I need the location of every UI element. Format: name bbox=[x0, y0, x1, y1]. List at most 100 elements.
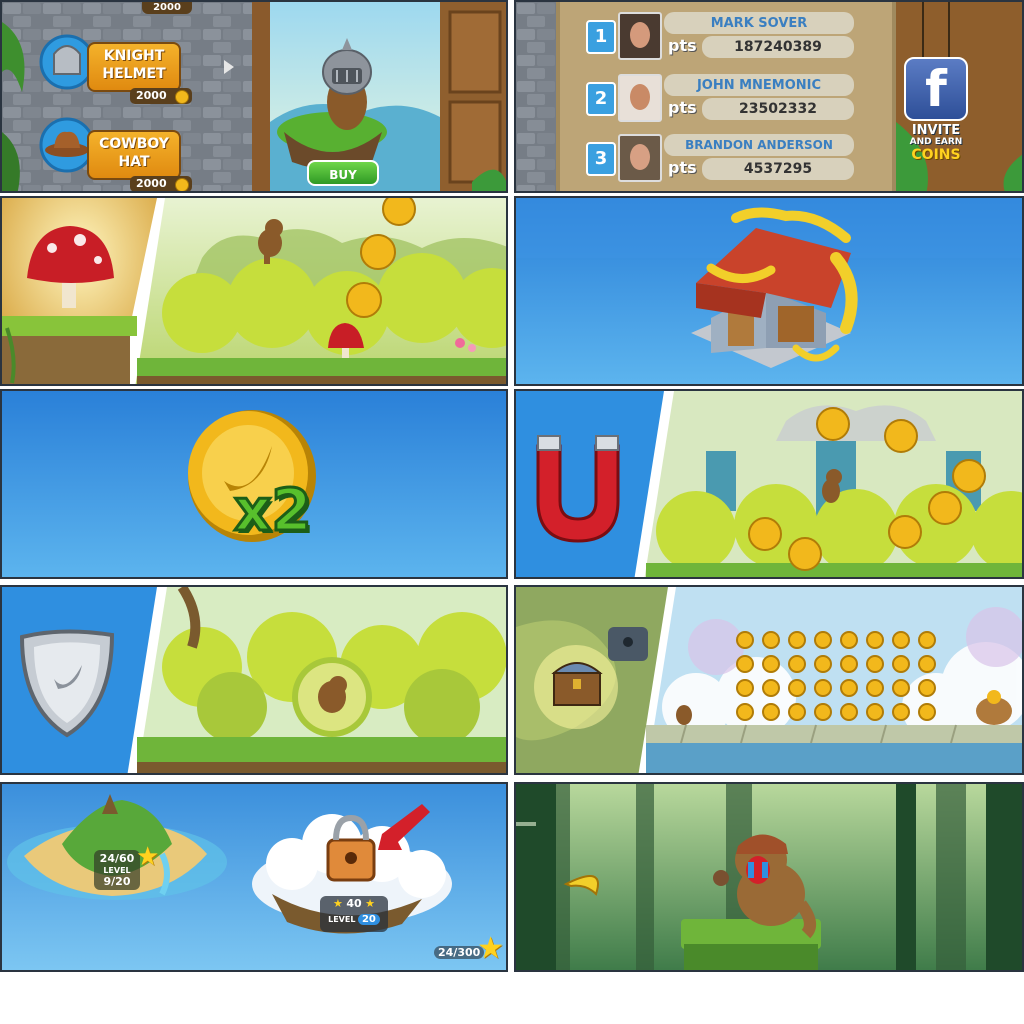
shop-item-cowboy-hat[interactable]: COWBOY HAT bbox=[87, 130, 181, 180]
buy-button[interactable]: BUY bbox=[307, 160, 379, 186]
price-top-value: 2000 bbox=[153, 2, 181, 13]
player-name-plate: MARK SOVER bbox=[664, 12, 854, 34]
coins-text: COINS bbox=[911, 147, 961, 163]
island1-stars-progress: 24/60 bbox=[99, 852, 135, 865]
world-map-scene bbox=[7, 794, 452, 934]
coin-icon bbox=[788, 703, 806, 721]
player-name: MARK SOVER bbox=[710, 16, 808, 31]
coin-icon bbox=[736, 655, 754, 673]
knight-helmet-line2: HELMET bbox=[102, 66, 166, 82]
star-icon: ★ bbox=[136, 842, 160, 872]
mushroom-gameplay-panel bbox=[0, 196, 508, 386]
magnet-scene bbox=[516, 391, 1022, 577]
coin-icon bbox=[788, 679, 806, 697]
island2-level-label: LEVEL bbox=[328, 915, 356, 924]
invite-text: INVITE bbox=[911, 123, 961, 138]
shop-item-knight-helmet[interactable]: KNIGHT HELMET bbox=[87, 42, 181, 92]
coin-icon bbox=[814, 655, 832, 673]
player-name-plate: JOHN MNEMONIC bbox=[664, 74, 854, 96]
island2-level-value: 20 bbox=[357, 914, 380, 925]
facebook-invite-button[interactable]: f INVITE AND EARN COINS bbox=[902, 2, 970, 167]
island2-level-row: LEVEL 20 bbox=[320, 912, 388, 928]
coin-icon bbox=[866, 679, 884, 697]
avatar bbox=[618, 12, 662, 60]
coin-icon bbox=[892, 703, 910, 721]
player-score: 187240389 bbox=[734, 39, 822, 55]
leaderboard-list: 1 MARK SOVER pts 187240389 2 JOHN MNEMON… bbox=[578, 10, 868, 191]
magnet-powerup-panel bbox=[514, 389, 1024, 579]
coin-icon bbox=[840, 655, 858, 673]
coin-icon bbox=[360, 234, 396, 270]
coin-icon bbox=[346, 282, 382, 318]
coin-icon bbox=[814, 631, 832, 649]
coin-icon bbox=[736, 631, 754, 649]
star-icon: ★ bbox=[332, 897, 343, 910]
island1-progress-badge[interactable]: 24/60 LEVEL 9/20 bbox=[94, 850, 140, 890]
avatar bbox=[618, 134, 662, 182]
rope-icon bbox=[948, 2, 950, 60]
shop-background bbox=[2, 2, 506, 191]
leaderboard-row: 1 MARK SOVER pts 187240389 bbox=[578, 10, 868, 60]
boss-scene bbox=[516, 784, 1022, 970]
coin-icon bbox=[866, 655, 884, 673]
mushroom-scene bbox=[2, 198, 506, 384]
island2-lock-info[interactable]: ★ 40 ★ LEVEL 20 bbox=[320, 896, 388, 932]
leaderboard-row: 3 BRANDON ANDERSON pts 4537295 bbox=[578, 132, 868, 182]
island1-level-progress: 9/20 bbox=[103, 875, 131, 888]
boss-gameplay-panel bbox=[514, 782, 1024, 972]
coin-icon bbox=[884, 419, 918, 453]
coin-icon bbox=[952, 459, 986, 493]
star-icon: ★ bbox=[365, 897, 376, 910]
player-name: BRANDON ANDERSON bbox=[685, 138, 833, 152]
coin-icon bbox=[866, 631, 884, 649]
banana-house-panel bbox=[514, 196, 1024, 386]
coin-icon bbox=[928, 491, 962, 525]
player-score: 23502332 bbox=[739, 101, 817, 117]
banana-house-scene bbox=[516, 198, 1022, 368]
rank-badge: 3 bbox=[586, 142, 616, 176]
coin-icon bbox=[840, 631, 858, 649]
coin-icon bbox=[788, 655, 806, 673]
score-plate: 4537295 bbox=[702, 158, 854, 180]
coin-icon bbox=[762, 631, 780, 649]
coin-icon bbox=[892, 631, 910, 649]
knight-helmet-price-value: 2000 bbox=[136, 89, 167, 102]
avatar bbox=[618, 74, 662, 122]
pts-label: pts bbox=[668, 98, 697, 117]
coin-icon bbox=[788, 537, 822, 571]
coin-icon bbox=[175, 178, 189, 191]
cowboy-hat-line1: COWBOY bbox=[99, 136, 169, 152]
coin-icon bbox=[918, 703, 936, 721]
coin-icon bbox=[762, 703, 780, 721]
knight-helmet-price: 2000 bbox=[130, 88, 192, 104]
score-plate: 187240389 bbox=[702, 36, 854, 58]
shield-scene bbox=[2, 587, 506, 773]
coin-icon bbox=[866, 703, 884, 721]
world-map-panel: 24/60 LEVEL 9/20 ★ ★ 40 ★ LEVEL 20 24/30… bbox=[0, 782, 508, 972]
star-icon: ★ bbox=[477, 931, 504, 966]
coin-icon bbox=[736, 703, 754, 721]
pts-label: pts bbox=[668, 36, 697, 55]
coin-icon bbox=[840, 679, 858, 697]
player-name-plate: BRANDON ANDERSON bbox=[664, 134, 854, 156]
coin-icon bbox=[918, 679, 936, 697]
leaderboard-row: 2 JOHN MNEMONIC pts 23502332 bbox=[578, 72, 868, 122]
leaderboard-panel: 1 MARK SOVER pts 187240389 2 JOHN MNEMON… bbox=[514, 0, 1024, 193]
coin-icon bbox=[918, 655, 936, 673]
island2-stars-required: 40 bbox=[346, 897, 362, 910]
knight-helmet-line1: KNIGHT bbox=[103, 48, 165, 64]
coin-icon bbox=[814, 703, 832, 721]
facebook-icon: f bbox=[904, 57, 968, 121]
cowboy-hat-line2: HAT bbox=[118, 154, 150, 170]
facebook-logo-letter: f bbox=[925, 60, 947, 118]
cowboy-hat-price-value: 2000 bbox=[136, 177, 167, 190]
coin-icon bbox=[736, 679, 754, 697]
coin-multiplier-panel: x2 bbox=[0, 389, 508, 579]
player-name: JOHN MNEMONIC bbox=[696, 78, 822, 93]
chevron-right-icon[interactable] bbox=[224, 60, 234, 74]
cowboy-hat-price: 2000 bbox=[130, 176, 192, 191]
coin-icon bbox=[748, 517, 782, 551]
and-earn-text: AND EARN bbox=[909, 137, 963, 147]
shield-powerup-panel bbox=[0, 585, 508, 775]
coin-grid bbox=[736, 631, 948, 721]
